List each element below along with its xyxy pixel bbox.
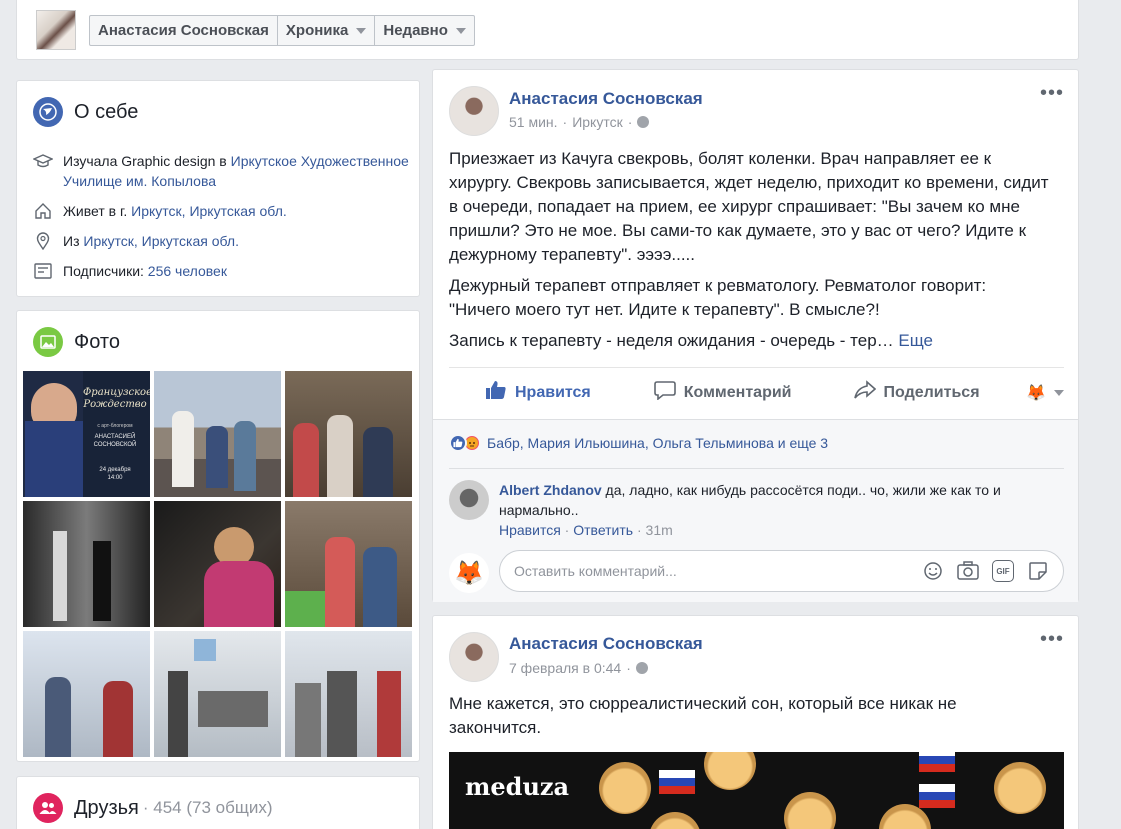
from-row: Из Иркутск, Иркутская обл. (33, 231, 413, 251)
share-button[interactable]: Поделиться (853, 380, 980, 405)
comment-actions: Нравится · Ответить · 31m (499, 522, 673, 538)
reactions-names: Бабр, Мария Ильюшина, Ольга Тельминова и… (487, 435, 829, 451)
friends-title: Друзья (74, 796, 139, 819)
reactions-and-comments: Бабр, Мария Ильюшина, Ольга Тельминова и… (433, 419, 1078, 602)
like-reaction-icon (449, 434, 467, 452)
like-button[interactable]: Нравится (485, 380, 591, 405)
post-meta: 7 февраля в 0:44 · (509, 660, 648, 676)
comment-time[interactable]: 31m (646, 522, 673, 538)
friends-header[interactable]: Друзья · 454 (73 общих) (33, 793, 272, 823)
post-meta: 51 мин. · Иркутск · (509, 114, 650, 130)
camera-icon[interactable] (957, 560, 979, 582)
photos-title: Фото (74, 330, 120, 353)
meduza-logo: meduza (465, 772, 570, 801)
hometown-link[interactable]: Иркутск, Иркутская обл. (83, 233, 239, 249)
post-author-link[interactable]: Анастасия Сосновская (509, 634, 703, 654)
russia-flag-icon (919, 752, 955, 772)
lives-row: Живет в г. Иркутск, Иркутская обл. (33, 201, 413, 221)
poster-title: Французское Рождество (83, 387, 150, 410)
followers-row: Подписчики: 256 человек (33, 261, 413, 281)
current-user-avatar[interactable]: 🦊 (449, 553, 489, 593)
emoji-icon[interactable] (922, 560, 944, 582)
share-icon (853, 380, 876, 405)
russia-flag-icon (919, 784, 955, 808)
comment-body: Albert Zhdanov да, ладно, как нибудь рас… (499, 480, 1059, 520)
post-timestamp[interactable]: 7 февраля в 0:44 (509, 660, 621, 676)
graduation-cap-icon (33, 151, 53, 171)
friends-card: Друзья · 454 (73 общих) (16, 776, 420, 829)
photo-thumbnail[interactable] (154, 631, 281, 757)
photos-header[interactable]: Фото (33, 327, 120, 357)
globe-icon (637, 116, 650, 128)
timeline-nav: Анастасия Сосновская Хроника Недавно (89, 15, 475, 46)
comment-author-link[interactable]: Albert Zhdanov (499, 482, 602, 498)
sticker-icon[interactable] (1027, 560, 1049, 582)
education-row: Изучала Graphic design в Иркутское Худож… (33, 151, 413, 191)
photo-thumbnail[interactable] (23, 501, 150, 627)
see-more-link[interactable]: Еще (898, 331, 933, 350)
current-city-link[interactable]: Иркутск, Иркутская обл. (131, 203, 287, 219)
post-paragraph: Мне кажется, это сюрреалистический сон, … (449, 694, 957, 737)
profile-name-button[interactable]: Анастасия Сосновская (90, 16, 278, 45)
poster-date: 24 декабря (99, 467, 131, 473)
photo-thumbnail[interactable] (154, 371, 281, 497)
rss-feed-icon (33, 261, 53, 281)
comment-composer[interactable]: GIF (499, 550, 1064, 592)
fox-avatar-icon: 🦊 (1026, 384, 1046, 402)
globe-icon (635, 662, 648, 674)
author-avatar[interactable] (449, 86, 499, 136)
about-title: О себе (74, 100, 139, 123)
photo-thumbnail[interactable] (285, 371, 412, 497)
post-image[interactable]: meduza (449, 752, 1064, 829)
post: Анастасия Сосновская 7 февраля в 0:44 · … (432, 615, 1079, 829)
commenter-avatar[interactable] (449, 480, 489, 520)
friends-icon (33, 793, 63, 823)
reactions-summary[interactable]: Бабр, Мария Ильюшина, Ольга Тельминова и… (449, 434, 828, 452)
post-as-selector[interactable]: 🦊 (1026, 383, 1064, 403)
poster-subtitle: с арт-блогером (97, 423, 133, 429)
timeline-button[interactable]: Хроника (278, 16, 376, 45)
comment-icon (653, 380, 676, 405)
photo-thumbnail[interactable] (23, 631, 150, 757)
caret-down-icon (455, 27, 466, 34)
photo-thumbnail[interactable]: Французское Рождество с арт-блогером АНА… (23, 371, 150, 497)
followers-link[interactable]: 256 человек (148, 263, 227, 279)
more-options-icon[interactable]: ••• (1040, 628, 1064, 651)
photo-icon (33, 327, 63, 357)
comment-like-link[interactable]: Нравится (499, 522, 561, 538)
photo-thumbnail[interactable] (285, 631, 412, 757)
post-paragraph: Дежурный терапевт отправляет к ревматоло… (449, 276, 987, 319)
caret-down-icon (356, 27, 367, 34)
photo-thumbnail[interactable] (154, 501, 281, 627)
post-paragraph: Запись к терапевту - неделя ожидания - о… (449, 331, 933, 350)
location-pin-icon (33, 231, 53, 251)
post-author-link[interactable]: Анастасия Сосновская (509, 89, 703, 109)
caret-down-icon (1054, 389, 1064, 396)
photo-thumbnail[interactable] (285, 501, 412, 627)
author-avatar[interactable] (449, 632, 499, 682)
comment-reply-link[interactable]: Ответить (573, 522, 633, 538)
post: Анастасия Сосновская 51 мин. · Иркутск ·… (432, 69, 1079, 602)
profile-nav-bar: Анастасия Сосновская Хроника Недавно (16, 0, 1079, 60)
russia-flag-icon (659, 770, 695, 794)
comment-input[interactable] (514, 563, 894, 579)
home-icon (33, 201, 53, 221)
profile-avatar[interactable] (36, 10, 76, 50)
recent-button[interactable]: Недавно (375, 16, 473, 45)
gif-icon[interactable]: GIF (992, 560, 1014, 582)
friends-count: · 454 (73 общих) (142, 798, 273, 817)
globe-icon (33, 97, 63, 127)
comment-button[interactable]: Комментарий (653, 380, 792, 405)
more-options-icon[interactable]: ••• (1040, 82, 1064, 105)
post-paragraph: Приезжает из Качуга свекровь, болят коле… (449, 149, 1049, 264)
poster-name: АНАСТАСИЕЙ СОСНОВСКОЙ (93, 434, 137, 448)
post-timestamp[interactable]: 51 мин. (509, 114, 558, 130)
poster-time: 14:00 (107, 475, 123, 481)
about-header: О себе (33, 97, 138, 127)
about-card: О себе Изучала Graphic design в Иркутско… (16, 80, 420, 297)
post-location[interactable]: Иркутск (572, 114, 623, 130)
post-actions: Нравится Комментарий Поделиться 🦊 (449, 367, 1064, 417)
thumbs-up-icon (485, 380, 507, 405)
photos-card: Фото Французское Рождество с арт-блогеро… (16, 310, 420, 762)
